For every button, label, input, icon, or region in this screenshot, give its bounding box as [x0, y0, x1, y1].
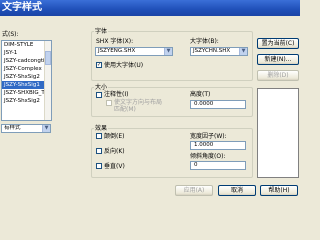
- use-bigfont-checkbox[interactable]: ✓: [96, 62, 102, 68]
- backwards-label: 反向(K): [104, 148, 125, 155]
- style-filter-value: 有样式: [4, 125, 21, 131]
- annotative-checkbox[interactable]: [96, 92, 102, 98]
- use-bigfont-label: 使用大字体(U): [104, 62, 144, 69]
- width-factor-input[interactable]: 1.0000: [190, 141, 246, 150]
- scrollbar-thumb[interactable]: [45, 51, 51, 65]
- vertical-checkbox[interactable]: [96, 163, 102, 169]
- font-group-title: 字体: [94, 28, 109, 35]
- chevron-down-icon[interactable]: ▼: [239, 48, 247, 55]
- match-layout-label: 使文字方向与布局: [114, 99, 163, 106]
- title-bar[interactable]: 文字样式: [0, 0, 300, 16]
- help-button[interactable]: 帮助(H): [260, 185, 298, 196]
- bigfont-value: JSZYCHN.SHX: [193, 48, 231, 54]
- backwards-checkbox[interactable]: [96, 148, 102, 154]
- window-title: 文字样式: [2, 2, 42, 13]
- bigfont-label: 大字体(B):: [190, 38, 219, 45]
- set-current-button[interactable]: 置为当前(C): [257, 38, 299, 49]
- chevron-down-icon[interactable]: ▼: [42, 125, 50, 132]
- bigfont-dropdown[interactable]: JSZYCHN.SHX ▼: [190, 47, 248, 56]
- styles-list[interactable]: DIM-STYLE JSY-1 JSZY-cadcongti JSZY-Complex…: [1, 40, 52, 121]
- delete-style-button[interactable]: 删除(D): [257, 70, 299, 81]
- annotative-label: 注释性(I): [104, 91, 129, 98]
- oblique-label: 倾斜角度(O):: [190, 153, 226, 160]
- effects-group-title: 效果: [94, 125, 109, 132]
- shx-font-value: JSZYENG.SHX: [98, 48, 136, 54]
- text-preview: [257, 88, 299, 178]
- chevron-down-icon[interactable]: ▼: [164, 48, 172, 55]
- upside-down-label: 颠倒(E): [104, 133, 125, 140]
- match-layout-label-suffix: 匹配(M): [114, 106, 136, 113]
- height-input[interactable]: 0.0000: [190, 100, 246, 109]
- upside-down-checkbox[interactable]: [96, 133, 102, 139]
- width-factor-label: 宽度因子(W):: [190, 133, 227, 140]
- match-layout-checkbox[interactable]: [106, 100, 112, 106]
- shx-font-label: SHX 字体(X):: [96, 38, 134, 45]
- vertical-label: 垂直(V): [104, 163, 125, 170]
- styles-label: 式(S):: [2, 31, 19, 38]
- apply-button[interactable]: 应用(A): [175, 185, 213, 196]
- cancel-button[interactable]: 取消: [218, 185, 256, 196]
- shx-font-dropdown[interactable]: JSZYENG.SHX ▼: [95, 47, 173, 56]
- checkmark-icon: ✓: [97, 62, 102, 68]
- styles-list-scrollbar[interactable]: [44, 41, 51, 120]
- height-label: 高度(T): [190, 91, 211, 98]
- oblique-input[interactable]: 0: [190, 161, 246, 170]
- style-filter-dropdown[interactable]: 有样式 ▼: [1, 124, 51, 133]
- size-group-title: 大小: [94, 84, 109, 91]
- new-style-button[interactable]: 新建(N)...: [257, 54, 299, 65]
